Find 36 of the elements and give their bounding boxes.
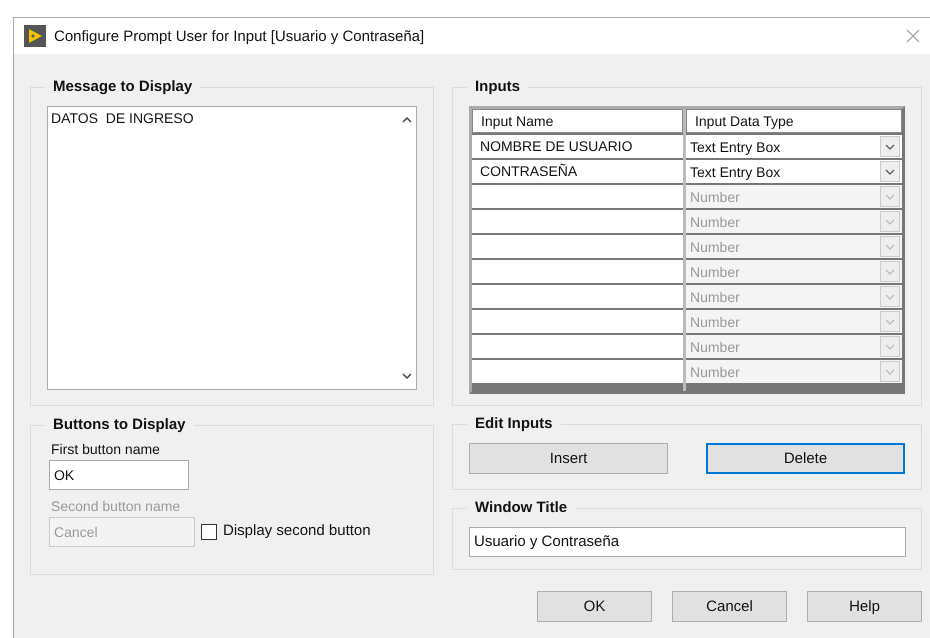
data-type-dropdown[interactable]: Text Entry Box (686, 160, 902, 183)
scroll-up-icon[interactable] (402, 117, 412, 123)
close-icon[interactable] (906, 29, 920, 43)
scroll-down-icon[interactable] (402, 373, 412, 379)
field-label: Second button name (51, 498, 182, 514)
checkbox[interactable] (201, 524, 217, 540)
window-title-field[interactable]: Usuario y Contraseña (469, 527, 906, 557)
message-text: DATOS DE INGRESO (50, 109, 195, 128)
message-field[interactable]: DATOS DE INGRESO (47, 106, 417, 390)
group-title: Buttons to Display (45, 416, 194, 433)
input-name-cell[interactable] (472, 360, 683, 383)
field-label: First button name (51, 441, 161, 457)
input-name-cell[interactable] (472, 210, 683, 233)
input-name-cell[interactable] (472, 185, 683, 208)
delete-button[interactable]: Delete (706, 443, 905, 474)
app-icon (24, 25, 46, 47)
input-name-cell[interactable] (472, 260, 683, 283)
button-name-field[interactable]: OK (49, 460, 189, 490)
input-name-cell[interactable] (472, 285, 683, 308)
group-title: Edit Inputs (467, 415, 560, 432)
cancel-button[interactable]: Cancel (672, 591, 787, 622)
input-name-cell[interactable] (472, 335, 683, 358)
window-title: Configure Prompt User for Input [Usuario y Contraseña] (54, 28, 426, 44)
input-name-cell[interactable]: NOMBRE DE USUARIO (472, 135, 683, 158)
checkbox-label: Display second button (223, 522, 371, 538)
group-title: Message to Display (45, 78, 200, 95)
insert-button[interactable]: Insert (469, 443, 668, 474)
help-button[interactable]: Help (807, 591, 922, 622)
column-header: Input Data Type (686, 109, 902, 133)
ok-button[interactable]: OK (537, 591, 652, 622)
column-header: Input Name (472, 109, 683, 133)
input-name-cell[interactable]: CONTRASEÑA (472, 160, 683, 183)
input-name-cell[interactable] (472, 235, 683, 258)
data-type-dropdown[interactable]: Text Entry Box (686, 135, 902, 158)
input-name-cell[interactable] (472, 310, 683, 333)
group-title: Inputs (467, 78, 528, 95)
